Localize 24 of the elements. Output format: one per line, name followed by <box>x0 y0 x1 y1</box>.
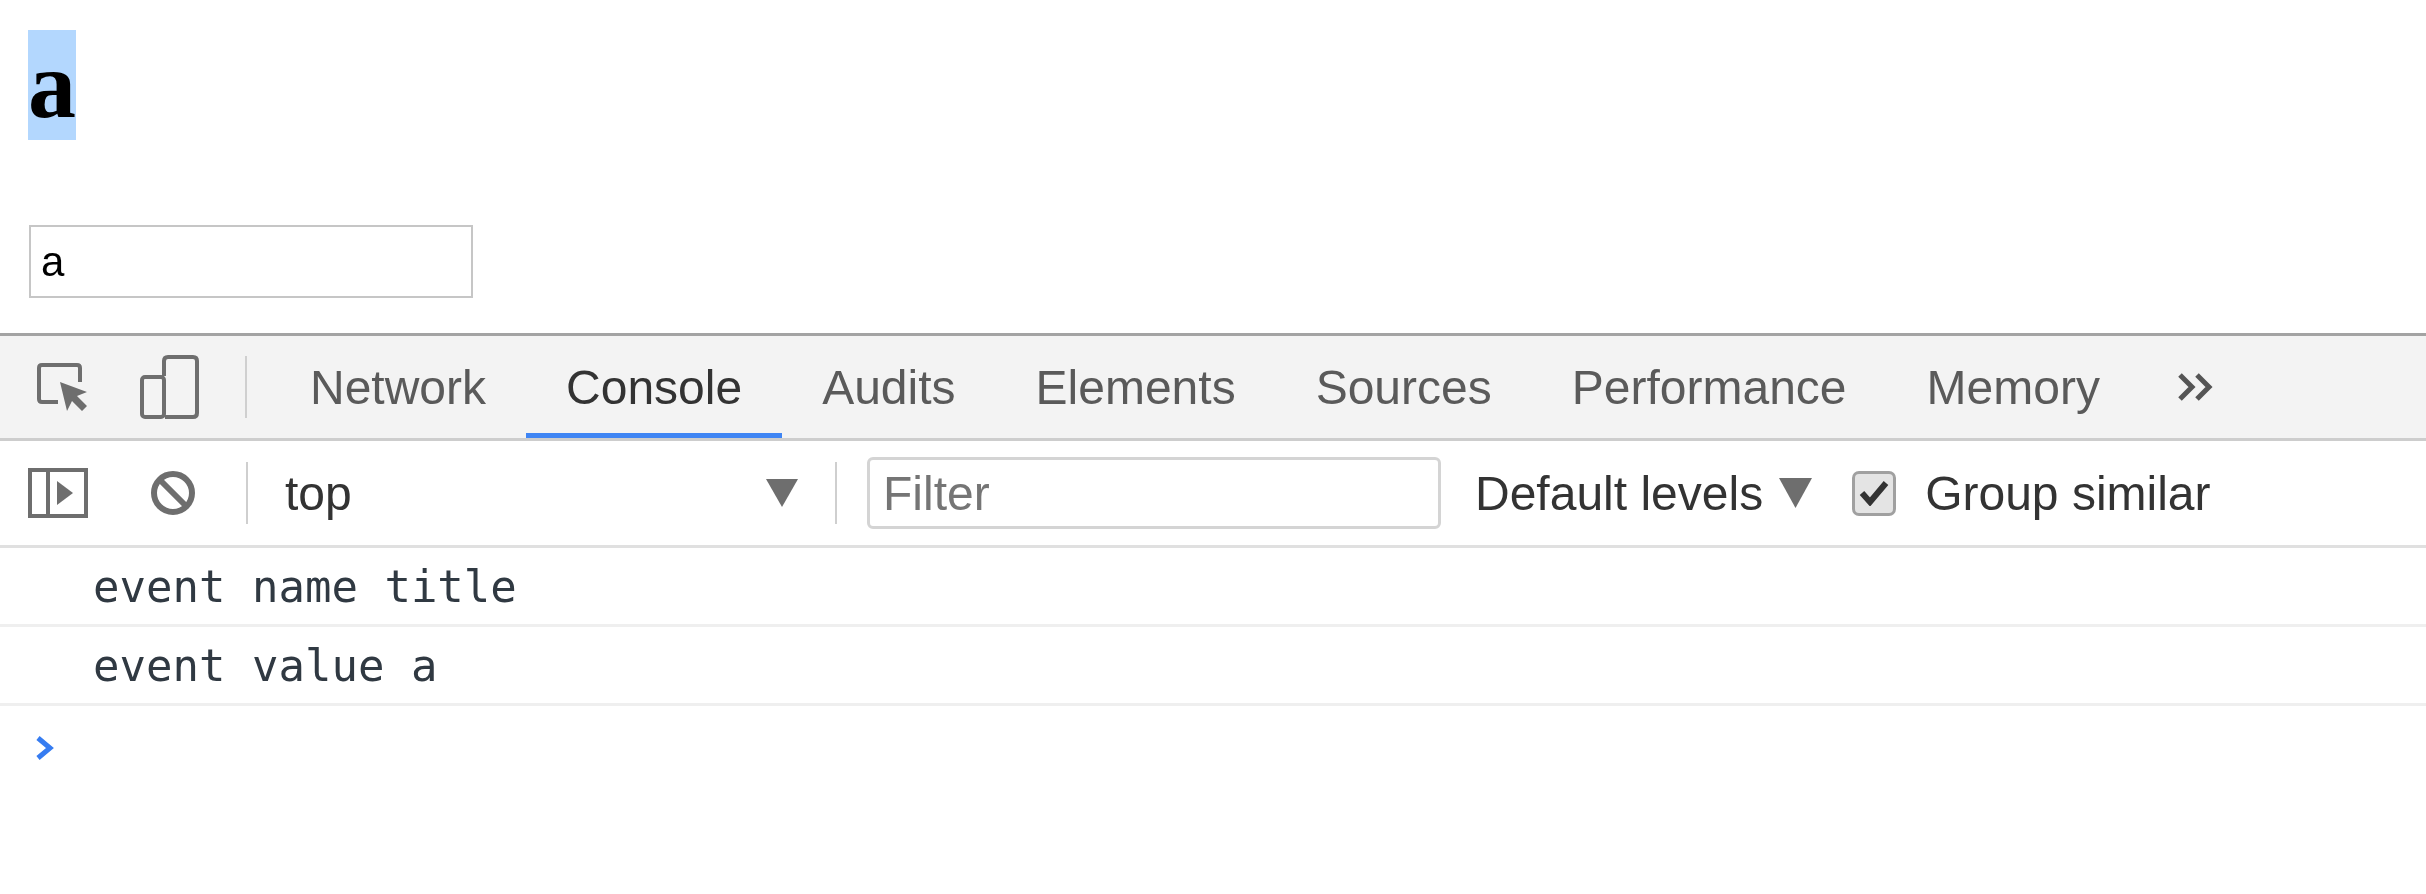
device-toolbar-icon[interactable] <box>140 355 199 419</box>
checkbox-label[interactable]: Group similar <box>1925 465 2211 521</box>
text-input[interactable]: a <box>29 225 473 298</box>
console-message: event value a <box>0 627 2426 706</box>
tab[interactable]: Audits <box>782 336 996 438</box>
checkmark-icon <box>1859 480 1890 506</box>
tab[interactable]: Performance <box>1531 336 1887 438</box>
dropdown-triangle-icon <box>1779 478 1813 508</box>
sidebar-toggle-icon[interactable] <box>28 468 88 518</box>
tab[interactable]: Memory <box>1886 336 2140 438</box>
heading: a <box>28 30 76 140</box>
prompt-chevron-icon <box>34 734 56 762</box>
console-message: event name title <box>0 548 2426 627</box>
tab[interactable]: Network <box>270 336 527 438</box>
checkbox[interactable] <box>1852 470 1897 516</box>
double-chevron-icon[interactable] <box>2176 372 2214 402</box>
tab[interactable]: Elements <box>995 336 1276 438</box>
dropdown-triangle-icon <box>766 479 798 507</box>
inspect-element-icon[interactable] <box>36 362 88 412</box>
tab[interactable]: Sources <box>1275 336 1532 438</box>
filter-field[interactable]: Filter <box>867 457 1441 529</box>
levels-dropdown[interactable]: Default levels <box>1475 465 1813 521</box>
context-select[interactable]: top <box>285 465 798 521</box>
tab[interactable]: Console <box>526 336 783 438</box>
